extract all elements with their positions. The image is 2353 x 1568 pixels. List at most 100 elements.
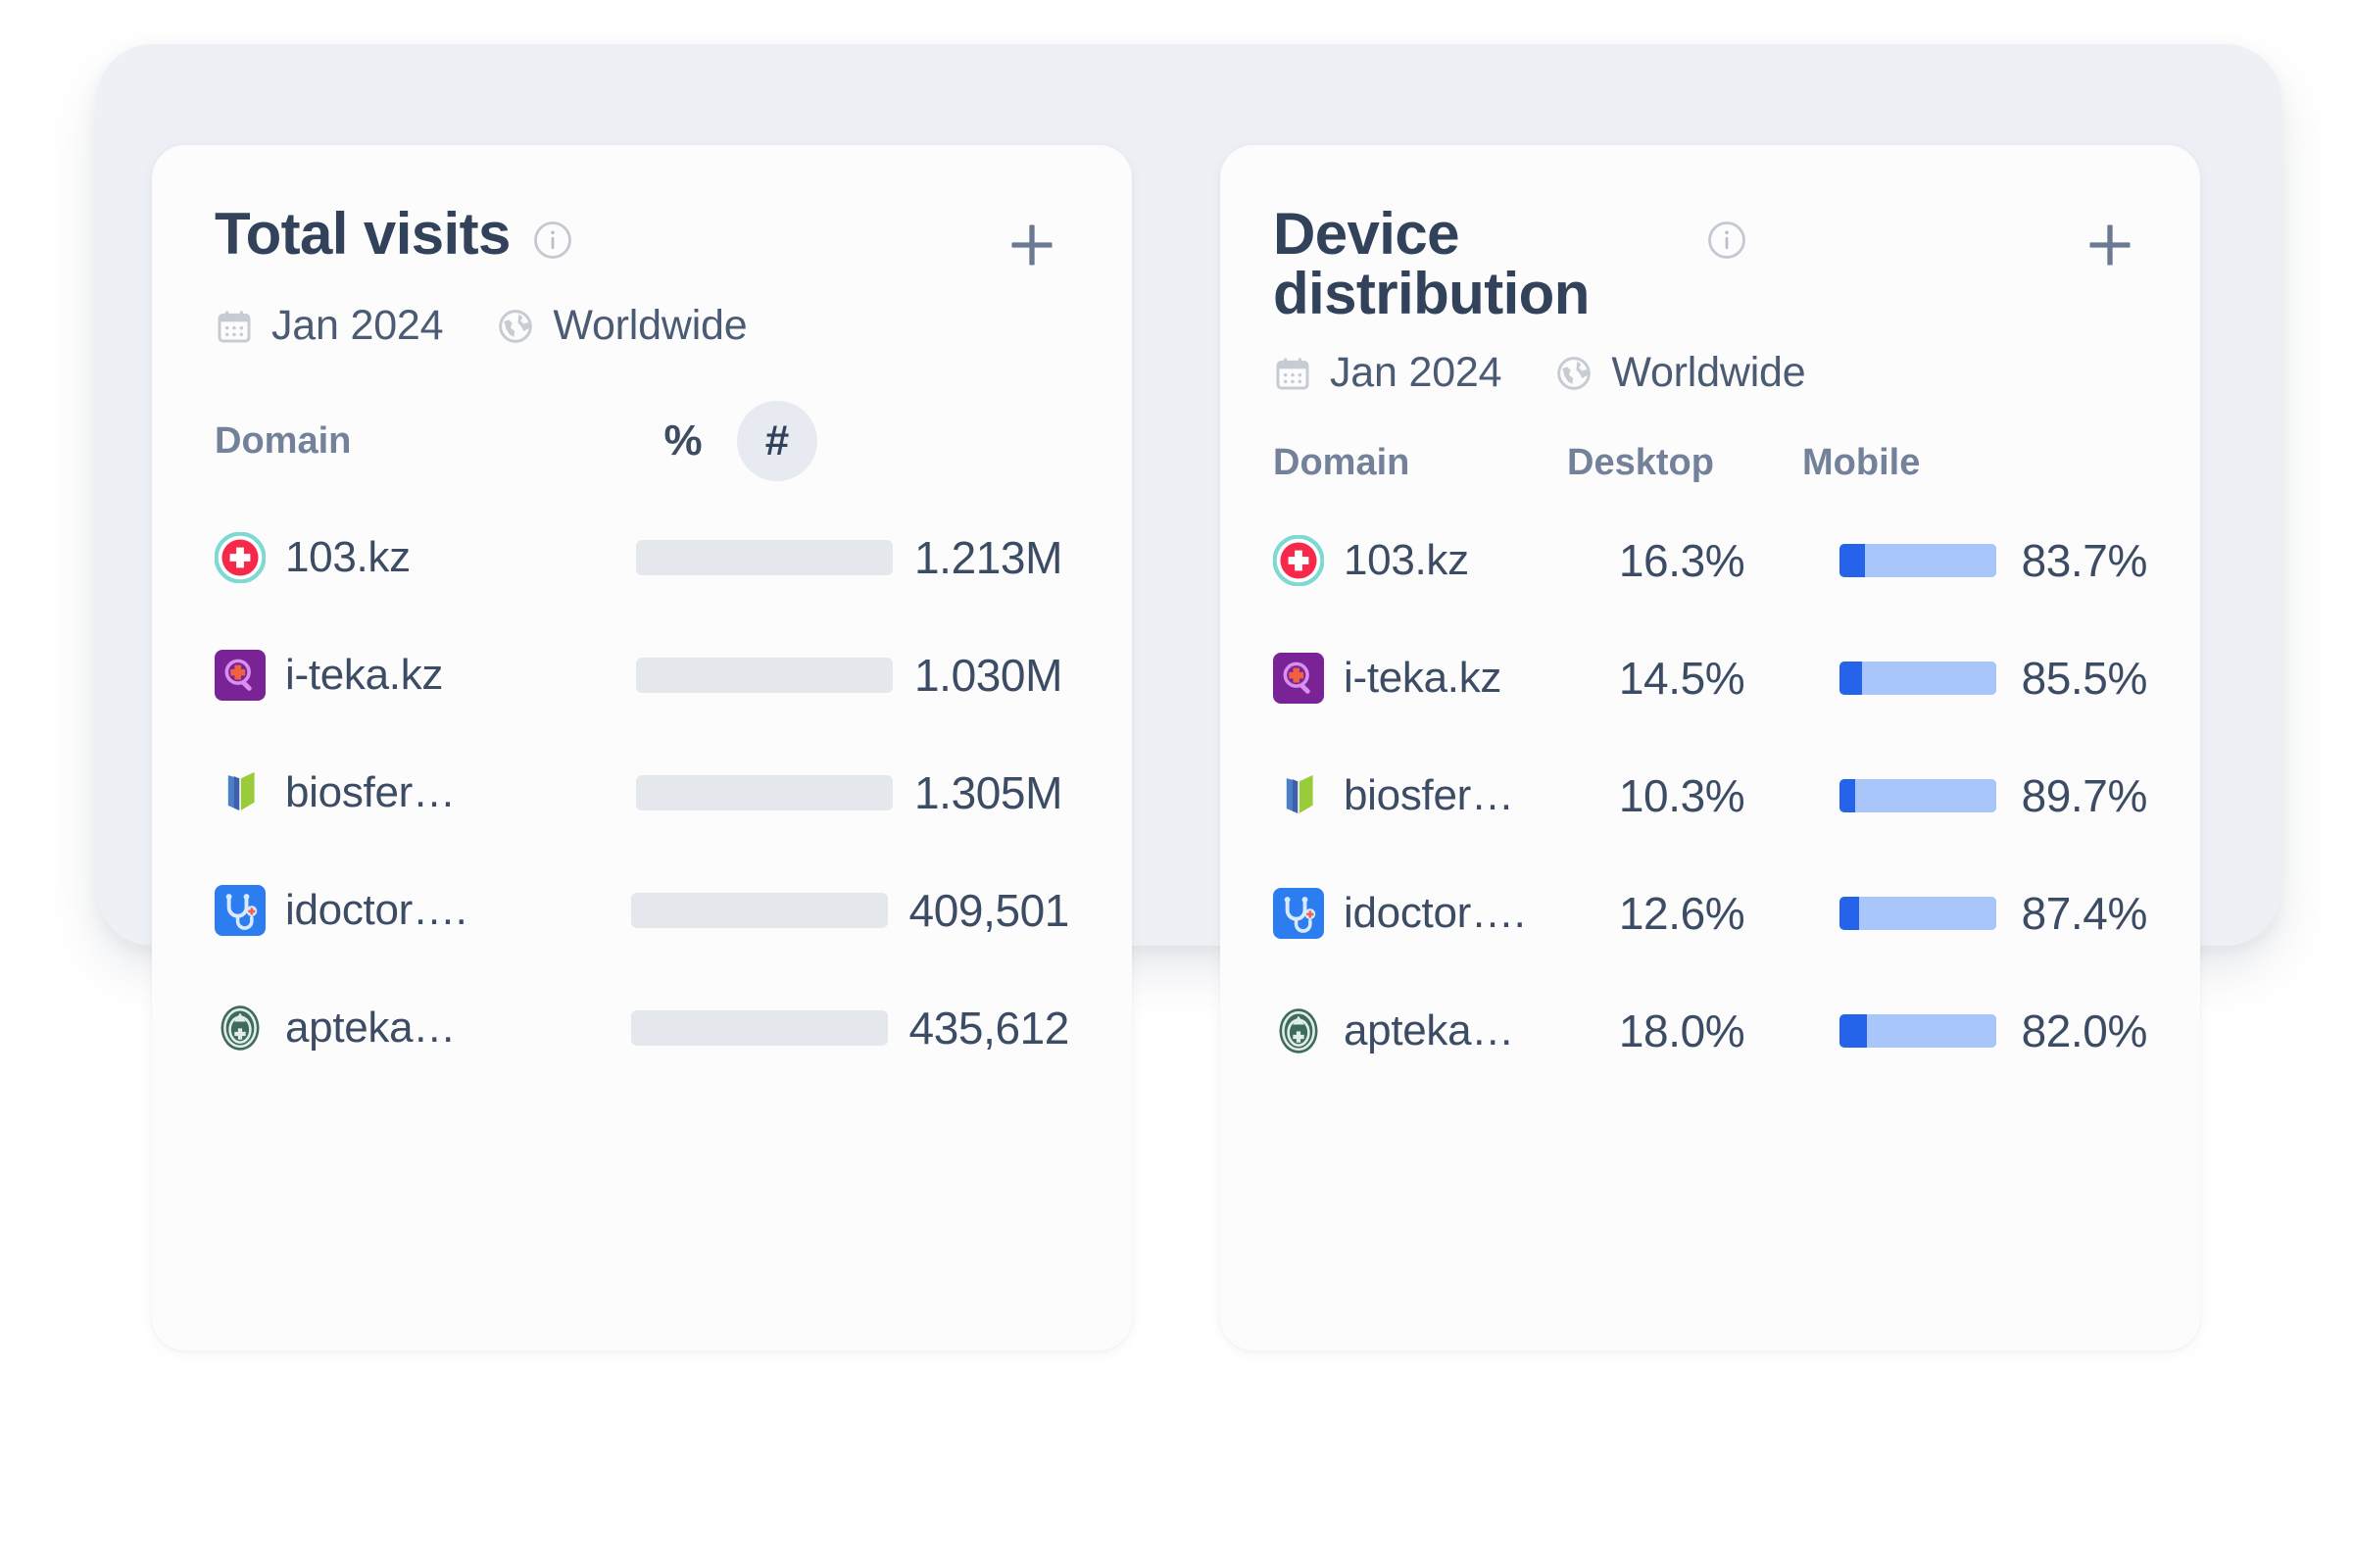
info-circle-icon[interactable] <box>1706 220 1747 261</box>
iteka-magnifier-icon <box>215 650 266 701</box>
device-split-mobile <box>1861 662 1996 696</box>
row-value: 409,501 <box>908 885 1070 936</box>
visits-bar <box>630 893 888 928</box>
region-label[interactable]: Worldwide <box>1611 349 1805 397</box>
add-widget-button[interactable] <box>2079 214 2141 276</box>
device-distribution-column-headers: Domain Desktop Mobile <box>1273 442 2147 484</box>
plus-icon <box>1011 224 1053 266</box>
visits-bar <box>636 540 893 575</box>
device-split-mobile <box>1858 897 1996 931</box>
table-row[interactable]: idoctor…. 12.6% 87.4% <box>1273 855 2147 972</box>
table-row[interactable]: biosfer… 10.3% 89.7% <box>1273 737 2147 855</box>
toggle-number-label: # <box>737 401 817 481</box>
page-title: Total visits <box>215 201 511 267</box>
total-visits-meta: Jan 2024 Worldwide <box>215 302 1069 350</box>
row-mobile-percent: 83.7% <box>2021 535 2148 587</box>
row-mobile-percent: 89.7% <box>2021 770 2148 822</box>
total-visits-title-wrap: Total visits <box>215 204 573 264</box>
total-visits-column-headers: Domain % # <box>215 401 1069 481</box>
globe-icon <box>496 307 535 346</box>
row-desktop-percent: 10.3% <box>1618 770 1745 822</box>
device-distribution-title-wrap: Device distribution <box>1273 204 1747 323</box>
device-split-bar <box>1838 662 1996 696</box>
row-value: 1.305M <box>914 767 1063 818</box>
row-value: 435,612 <box>908 1003 1070 1054</box>
103kz-cross-icon <box>1272 534 1325 587</box>
device-split-bar <box>1838 544 1996 578</box>
info-circle-icon[interactable] <box>532 220 573 261</box>
toggle-number[interactable]: # <box>730 401 824 481</box>
row-domain: biosfer… <box>285 768 456 816</box>
device-distribution-meta: Jan 2024 Worldwide <box>1273 349 2147 397</box>
device-split-desktop <box>1838 662 1862 696</box>
apteka-emblem-icon <box>215 1003 266 1054</box>
calendar-icon <box>215 307 254 346</box>
visits-bar <box>630 1010 888 1046</box>
table-row[interactable]: apteka… 18.0% 82.0% <box>1273 972 2147 1090</box>
row-desktop-percent: 14.5% <box>1618 653 1745 705</box>
toggle-percent[interactable]: % <box>636 416 730 466</box>
device-split-mobile <box>1864 544 1996 578</box>
idoctor-stethoscope-icon <box>215 885 266 936</box>
row-domain: i-teka.kz <box>1344 654 1502 703</box>
table-row[interactable]: 103.kz 16.3% 83.7% <box>1272 502 2148 619</box>
device-split-bar <box>1838 1014 1996 1049</box>
table-row[interactable]: biosfer… 1.305M <box>215 734 1069 852</box>
region-label[interactable]: Worldwide <box>553 302 747 350</box>
screenshot-root: Total visits Jan 2024 Worldwide Domain %… <box>0 0 2353 1568</box>
column-header-mobile: Mobile <box>1802 442 1921 484</box>
row-domain: 103.kz <box>285 533 411 581</box>
device-split-mobile <box>1855 779 1996 813</box>
column-header-domain: Domain <box>1273 442 1410 484</box>
table-row[interactable]: i-teka.kz 14.5% 85.5% <box>1273 619 2147 737</box>
device-distribution-card: Device distribution Jan 2024 Worldwide D… <box>1220 145 2200 1350</box>
add-widget-button[interactable] <box>1001 214 1063 276</box>
row-value: 1.213M <box>914 532 1063 583</box>
apteka-emblem-icon <box>1273 1005 1324 1056</box>
row-domain: i-teka.kz <box>285 651 444 699</box>
biosfera-book-icon <box>1273 770 1324 821</box>
row-domain: idoctor…. <box>285 886 467 934</box>
plus-icon <box>2089 224 2131 266</box>
row-domain: biosfer… <box>1344 771 1514 820</box>
row-desktop-percent: 16.3% <box>1618 535 1745 587</box>
row-desktop-percent: 12.6% <box>1618 888 1745 940</box>
device-split-desktop <box>1838 897 1859 931</box>
toggle-percent-label: % <box>663 416 703 465</box>
date-range-label[interactable]: Jan 2024 <box>271 302 444 350</box>
device-split-bar <box>1838 897 1996 931</box>
visits-bar <box>636 658 893 693</box>
row-mobile-percent: 85.5% <box>2021 653 2148 705</box>
globe-icon <box>1554 354 1593 393</box>
row-mobile-percent: 82.0% <box>2021 1005 2148 1057</box>
visits-bar <box>636 775 893 810</box>
total-visits-card: Total visits Jan 2024 Worldwide Domain %… <box>152 145 1132 1350</box>
table-row[interactable]: i-teka.kz 1.030M <box>215 616 1069 734</box>
row-mobile-percent: 87.4% <box>2021 888 2148 940</box>
device-split-desktop <box>1838 544 1865 578</box>
total-visits-rows: 103.kz 1.213M i-teka.kz 1.030M biosfer… … <box>214 499 1069 1087</box>
column-header-desktop: Desktop <box>1567 442 1714 484</box>
calendar-icon <box>1273 354 1312 393</box>
table-row[interactable]: 103.kz 1.213M <box>214 499 1069 616</box>
page-title: Device distribution <box>1273 201 1590 327</box>
row-domain: idoctor…. <box>1344 889 1526 938</box>
row-value: 1.030M <box>914 650 1063 701</box>
cards-container: Total visits Jan 2024 Worldwide Domain %… <box>152 145 2230 1350</box>
device-split-mobile <box>1867 1014 1996 1049</box>
row-domain: 103.kz <box>1344 536 1469 585</box>
table-row[interactable]: idoctor…. 409,501 <box>215 852 1069 969</box>
device-split-bar <box>1838 779 1996 813</box>
biosfera-book-icon <box>215 767 266 818</box>
device-distribution-header: Device distribution <box>1273 204 2147 323</box>
row-domain: apteka… <box>1344 1006 1515 1055</box>
103kz-cross-icon <box>214 531 267 584</box>
column-header-domain: Domain <box>215 419 352 462</box>
row-domain: apteka… <box>285 1004 457 1052</box>
idoctor-stethoscope-icon <box>1273 888 1324 940</box>
table-row[interactable]: apteka… 435,612 <box>215 969 1069 1087</box>
row-desktop-percent: 18.0% <box>1618 1005 1745 1057</box>
device-distribution-rows: 103.kz 16.3% 83.7% i-teka.kz 14.5% 85.5%… <box>1272 502 2148 1090</box>
total-visits-header: Total visits <box>215 204 1069 276</box>
date-range-label[interactable]: Jan 2024 <box>1330 349 1502 397</box>
